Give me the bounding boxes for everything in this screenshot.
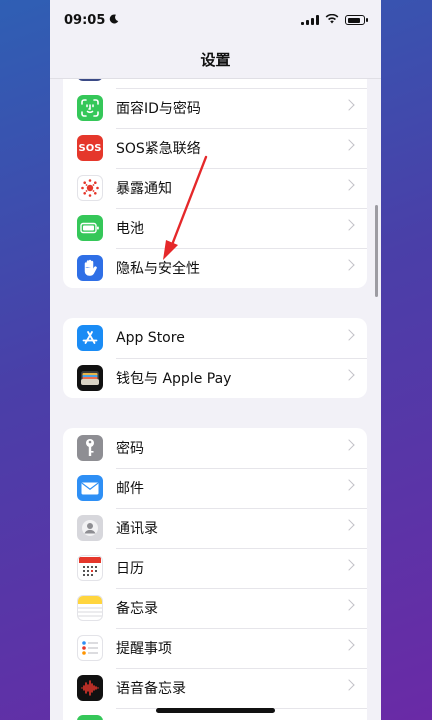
home-indicator[interactable] — [156, 708, 275, 713]
annotation-arrow — [163, 155, 208, 260]
